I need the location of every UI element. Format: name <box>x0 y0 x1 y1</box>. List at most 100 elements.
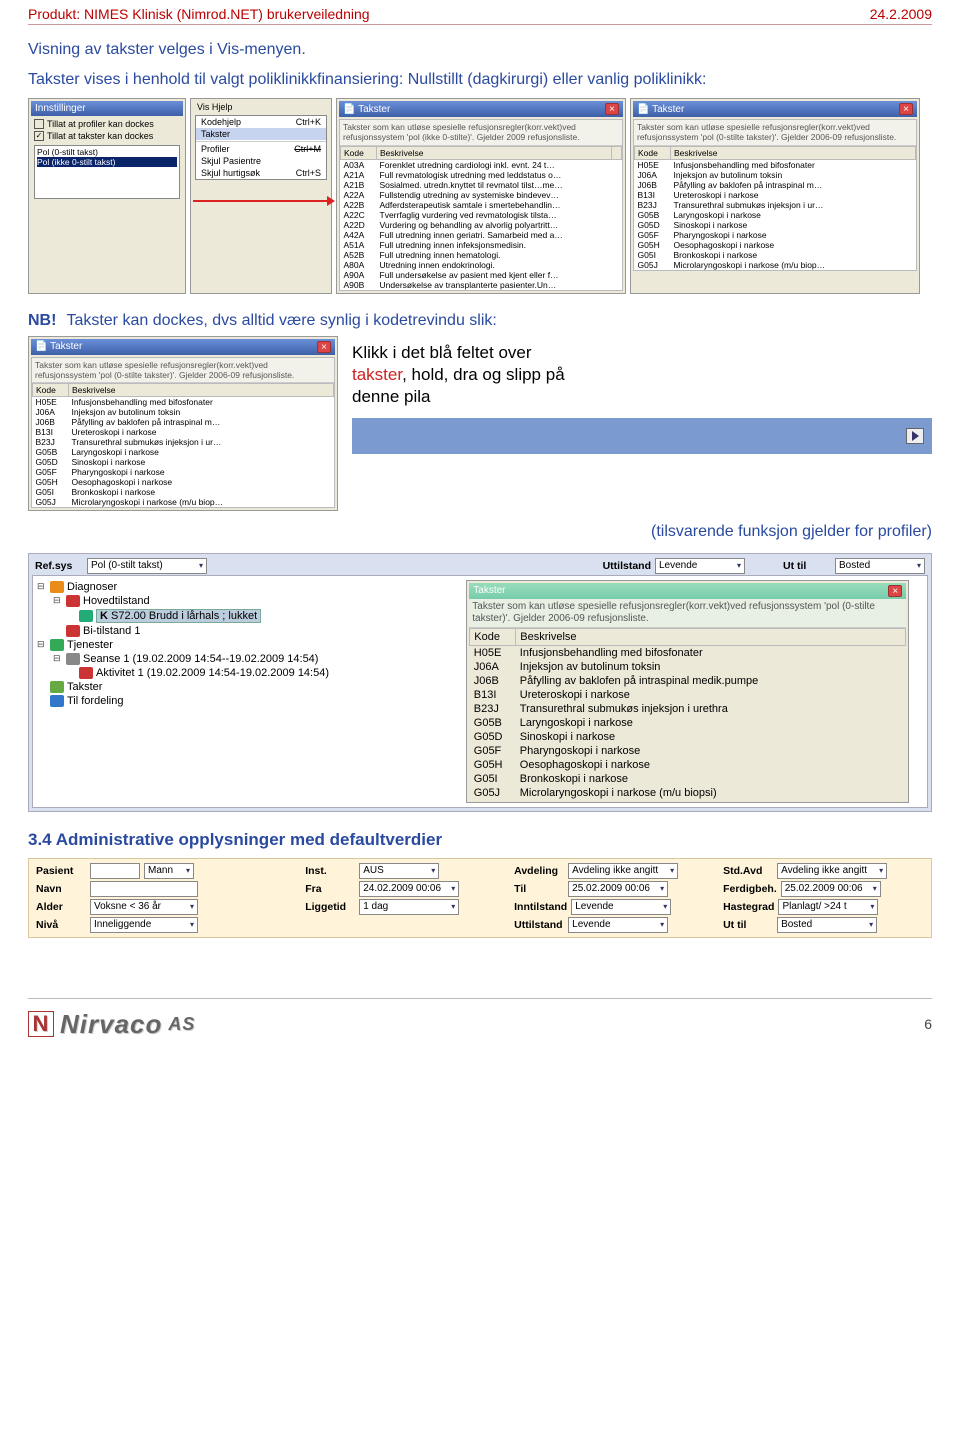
table-row[interactable]: G05DSinoskopi i narkose <box>33 457 334 467</box>
table-row[interactable]: G05JMicrolaryngoskopi i narkose (m/u bio… <box>470 786 906 800</box>
inntilstand-label: Inntilstand <box>514 901 567 913</box>
tree-view[interactable]: ⊟ Diagnoser ⊟ Hovedtilstand K S72.00 Bru… <box>37 580 462 803</box>
menubar[interactable]: Vis Hjelp <box>193 101 329 113</box>
table-row[interactable]: A21AFull revmatologisk utredning med led… <box>341 170 622 180</box>
close-icon[interactable]: × <box>317 341 331 353</box>
takster-b-titlebar[interactable]: 📄 Takster × <box>633 101 917 117</box>
refsys-select[interactable]: Pol (0-stilt takst)▾ <box>87 558 207 574</box>
table-row[interactable]: G05BLaryngoskopi i narkose <box>470 716 906 730</box>
table-row[interactable]: G05FPharyngoskopi i narkose <box>470 744 906 758</box>
table-row[interactable]: B23JTransurethral submukøs injeksjon i u… <box>33 437 334 447</box>
niva-select[interactable]: Inneliggende▾ <box>90 917 198 933</box>
table-row[interactable]: G05IBronkoskopi i narkose <box>33 487 334 497</box>
close-icon[interactable]: × <box>605 103 619 115</box>
table-row[interactable]: A22DVurdering og behandling av alvorlig … <box>341 220 622 230</box>
table-row[interactable]: A22BAdferdsterapeutisk samtale i smerteb… <box>341 200 622 210</box>
list-item-selected[interactable]: Pol (ikke 0-stilt takst) <box>37 157 177 167</box>
table-row[interactable]: B23JTransurethral submukøs injeksjon i u… <box>470 702 906 716</box>
table-row[interactable]: A51AFull utredning innen infeksjonsmedis… <box>341 240 622 250</box>
table-row[interactable]: B13IUreteroskopi i narkose <box>33 427 334 437</box>
menu-takster[interactable]: Takster <box>196 128 326 140</box>
ferdigbeh-input[interactable]: 25.02.2009 00:06▾ <box>781 881 881 897</box>
table-row[interactable]: H05EInfusjonsbehandling med bifosfonater <box>635 159 916 170</box>
table-row[interactable]: J06AInjeksjon av butolinum toksin <box>470 660 906 674</box>
takster-a-titlebar[interactable]: 📄 Takster × <box>339 101 623 117</box>
table-row[interactable]: G05JMicrolaryngoskopi i narkose (m/u bio… <box>635 260 916 270</box>
table-row[interactable]: A52BFull utredning innen hematologi. <box>341 250 622 260</box>
table-row[interactable]: G05HOesophagoskopi i narkose <box>635 240 916 250</box>
table-row[interactable]: A22AFullstendig utredning av systemiske … <box>341 190 622 200</box>
fra-input[interactable]: 24.02.2009 00:06▾ <box>359 881 459 897</box>
close-icon[interactable]: × <box>888 585 902 597</box>
table-row[interactable]: A90BUndersøkelse av transplanterte pasie… <box>341 280 622 290</box>
table-row[interactable]: G05FPharyngoskopi i narkose <box>635 230 916 240</box>
docked-titlebar[interactable]: 📄 Takster × <box>31 339 335 355</box>
inntilstand-select[interactable]: Levende▾ <box>571 899 671 915</box>
table-row[interactable]: A22CTverrfaglig vurdering ved revmatolog… <box>341 210 622 220</box>
th-scroll <box>612 146 622 159</box>
liggetid-select[interactable]: 1 dag▾ <box>359 899 459 915</box>
table-row[interactable]: B13IUreteroskopi i narkose <box>470 688 906 702</box>
table-row[interactable]: J06AInjeksjon av butolinum toksin <box>33 407 334 417</box>
table-row[interactable]: J06BPåfylling av baklofen på intraspinal… <box>635 180 916 190</box>
kjonn-select[interactable]: Mann▾ <box>144 863 194 879</box>
table-row[interactable]: H05EInfusjonsbehandling med bifosfonater <box>33 396 334 407</box>
finansiering-list[interactable]: Pol (0-stilt takst) Pol (ikke 0-stilt ta… <box>34 145 180 199</box>
til-input[interactable]: 25.02.2009 00:06▾ <box>568 881 668 897</box>
chk-takster-dock[interactable]: ✓ Tillat at takster kan dockes <box>31 130 183 142</box>
hastegrad-select[interactable]: Planlagt/ >24 t▾ <box>778 899 878 915</box>
menu-kodehjelp[interactable]: Kodehjelp Ctrl+K <box>196 116 326 128</box>
table-row[interactable]: A42AFull utredning innen geriatri. Samar… <box>341 230 622 240</box>
table-row[interactable]: G05HOesophagoskopi i narkose <box>470 758 906 772</box>
table-row[interactable]: A21BSosialmed. utredn.knyttet til revmat… <box>341 180 622 190</box>
uttil-select[interactable]: Bosted▾ <box>835 558 925 574</box>
table-row[interactable]: A80AUtredning innen endokrinologi. <box>341 260 622 270</box>
table-row[interactable]: G05HOesophagoskopi i narkose <box>33 477 334 487</box>
th-beskrivelse[interactable]: Beskrivelse <box>377 146 612 159</box>
list-item[interactable]: Pol (0-stilt takst) <box>37 147 177 157</box>
table-row[interactable]: G05BLaryngoskopi i narkose <box>33 447 334 457</box>
dock-target-strip[interactable] <box>352 418 932 454</box>
th-kode[interactable]: Kode <box>33 383 69 396</box>
uttilstand-select[interactable]: Levende▾ <box>568 917 668 933</box>
stdavd-select[interactable]: Avdeling ikke angitt▾ <box>777 863 887 879</box>
close-icon[interactable]: × <box>899 103 913 115</box>
table-row[interactable]: B23JTransurethral submukøs injeksjon i u… <box>635 200 916 210</box>
table-row[interactable]: G05FPharyngoskopi i narkose <box>33 467 334 477</box>
table-row[interactable]: G05DSinoskopi i narkose <box>470 730 906 744</box>
pasient-input[interactable] <box>90 863 140 879</box>
table-row[interactable]: A90AFull undersøkelse av pasient med kje… <box>341 270 622 280</box>
navn-input[interactable] <box>90 881 198 897</box>
table-row[interactable]: G05JMicrolaryngoskopi i narkose (m/u bio… <box>33 497 334 507</box>
chk-profiler-dock[interactable]: Tillat at profiler kan dockes <box>31 118 183 130</box>
th-beskrivelse[interactable]: Beskrivelse <box>69 383 334 396</box>
table-row[interactable]: A03AForenklet utredning cardiologi inkl.… <box>341 159 622 170</box>
table-row[interactable]: J06AInjeksjon av butolinum toksin <box>635 170 916 180</box>
th-kode[interactable]: Kode <box>341 146 377 159</box>
th-kode[interactable]: Kode <box>470 628 516 645</box>
menu-skjul-hurtigsok[interactable]: Skjul hurtigsøk Ctrl+S <box>196 167 326 179</box>
table-row[interactable]: J06BPåfylling av baklofen på intraspinal… <box>33 417 334 427</box>
docked-right-titlebar[interactable]: Takster × <box>469 583 906 599</box>
th-beskrivelse[interactable]: Beskrivelse <box>516 628 906 645</box>
selected-code[interactable]: K S72.00 Brudd i lårhals ; lukket <box>96 609 261 623</box>
table-row[interactable]: J06BPåfylling av baklofen på intraspinal… <box>470 674 906 688</box>
inst-select[interactable]: AUS▾ <box>359 863 439 879</box>
innstillinger-titlebar[interactable]: Innstillinger <box>31 101 183 116</box>
th-beskrivelse[interactable]: Beskrivelse <box>671 146 916 159</box>
uttilstand-select[interactable]: Levende▾ <box>655 558 745 574</box>
th-kode[interactable]: Kode <box>635 146 671 159</box>
menu-profiler[interactable]: Profiler Ctrl+M <box>196 143 326 155</box>
table-row[interactable]: G05BLaryngoskopi i narkose <box>635 210 916 220</box>
dock-arrow-icon[interactable] <box>906 428 924 444</box>
cell-beskrivelse: Full undersøkelse av pasient med kjent e… <box>377 270 612 280</box>
table-row[interactable]: G05DSinoskopi i narkose <box>635 220 916 230</box>
alder-select[interactable]: Voksne < 36 år▾ <box>90 899 198 915</box>
uttil-select[interactable]: Bosted▾ <box>777 917 877 933</box>
table-row[interactable]: B13IUreteroskopi i narkose <box>635 190 916 200</box>
table-row[interactable]: H05EInfusjonsbehandling med bifosfonater <box>470 645 906 660</box>
table-row[interactable]: G05IBronkoskopi i narkose <box>635 250 916 260</box>
table-row[interactable]: G05IBronkoskopi i narkose <box>470 772 906 786</box>
avdeling-select[interactable]: Avdeling ikke angitt▾ <box>568 863 678 879</box>
menu-skjul-pasienttre[interactable]: Skjul Pasientre <box>196 155 326 167</box>
